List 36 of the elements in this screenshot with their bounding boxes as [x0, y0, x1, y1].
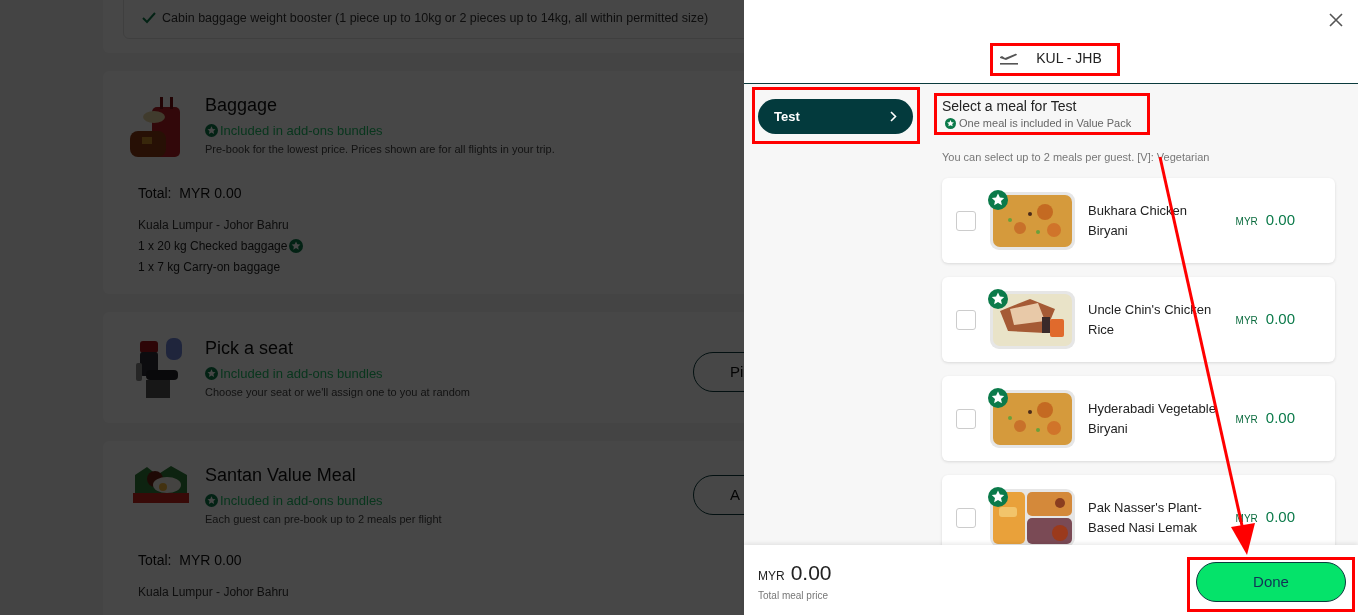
meal-checkbox[interactable]: [956, 210, 976, 231]
star-badge-icon: [945, 117, 956, 129]
meal-heading: Select a meal for Test: [942, 98, 1078, 115]
route-text: Kuala Lumpur - Johor Bahru: [138, 583, 290, 601]
currency-label: MYR: [758, 567, 785, 585]
meal-price: 0.00: [1265, 309, 1295, 330]
flight-route: KUL - JHB: [1036, 49, 1102, 68]
meal-price: 0.00: [1265, 408, 1295, 429]
close-icon: [1329, 13, 1343, 27]
passenger-tab[interactable]: Test: [758, 99, 913, 134]
chevron-right-icon: [890, 111, 897, 122]
included-label: Included in add-ons bundles: [220, 491, 383, 510]
total-price: 0.00: [790, 559, 832, 586]
meal-hint: You can select up to 2 meals per guest. [V]: Vegetarian: [942, 149, 1211, 165]
meal-price: 0.00: [1265, 210, 1295, 231]
route-text: Kuala Lumpur - Johor Bahru: [138, 216, 290, 234]
meal-checkbox[interactable]: [956, 507, 976, 528]
total-text: Total: MYR 0.00: [138, 550, 243, 570]
currency-label: MYR: [1235, 314, 1258, 329]
done-button[interactable]: Done: [1196, 562, 1346, 602]
included-label: Included in add-ons bundles: [220, 121, 383, 140]
total-label: Total meal price: [758, 589, 830, 604]
currency-label: MYR: [1235, 215, 1258, 230]
takeoff-icon: [1000, 52, 1019, 65]
included-label: Included in add-ons bundles: [220, 364, 383, 383]
meal-name: Pak Nasser's Plant-Based Nasi Lemak: [1088, 498, 1203, 537]
section-title: Santan Value Meal: [205, 463, 357, 487]
included-note: One meal is included in Value Pack: [959, 116, 1132, 131]
total-text: Total: MYR 0.00: [138, 183, 243, 203]
section-title: Pick a seat: [205, 336, 295, 360]
section-title: Baggage: [205, 93, 279, 117]
currency-label: MYR: [1235, 413, 1258, 428]
meal-checkbox[interactable]: [956, 309, 976, 330]
meal-price: 0.00: [1265, 507, 1295, 528]
meal-checkbox[interactable]: [956, 408, 976, 429]
meal-name: Hyderabadi Vegetable Biryani: [1088, 399, 1217, 438]
